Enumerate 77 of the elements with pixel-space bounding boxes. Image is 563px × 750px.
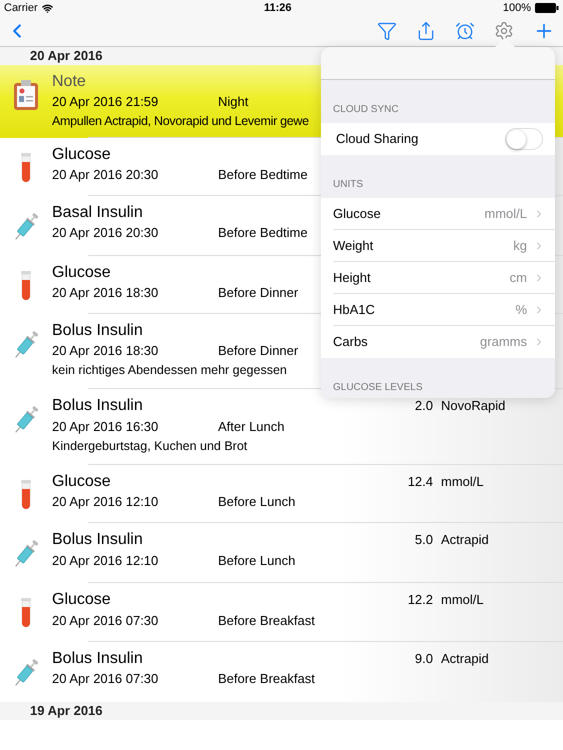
filter-button[interactable] xyxy=(377,21,397,41)
entry-value: 5.0 xyxy=(414,531,433,549)
entry-title: Bolus Insulin xyxy=(52,530,143,549)
wifi-icon xyxy=(42,2,53,14)
setting-label: Carbs xyxy=(333,333,369,352)
entry-period: Before Bedtime xyxy=(218,167,308,183)
entry-period: Before Bedtime xyxy=(218,225,308,241)
entry-unit: Actrapid xyxy=(440,650,490,668)
entry-title: Glucose xyxy=(52,472,111,490)
entry-comment: Ampullen Actrapid, Novorapid und Levemir gewe xyxy=(52,113,309,129)
setting-value: kg xyxy=(513,237,527,256)
battery-icon xyxy=(535,3,560,13)
entry-comment: kein richtiges Abendessen mehr gegessen xyxy=(52,362,287,378)
setting-label: Weight xyxy=(333,237,374,256)
entry-title: Bolus Insulin xyxy=(52,321,143,340)
battery-percent: 100% xyxy=(502,0,532,16)
entry-title: Bolus Insulin xyxy=(52,648,143,668)
entry-datetime: 20 Apr 2016 18:30 xyxy=(52,343,160,359)
entry-value: 2.0 xyxy=(414,397,433,415)
entry-value: 12.4 xyxy=(406,472,433,490)
entry-title: Basal Insulin xyxy=(52,203,143,222)
group-header: CLOUD SYNC xyxy=(332,103,400,117)
entry-datetime: 20 Apr 2016 21:59 xyxy=(52,94,160,110)
entry-title: Glucose xyxy=(52,263,111,282)
settings-row[interactable]: Height cm xyxy=(321,262,555,294)
test-tube-icon xyxy=(20,271,32,301)
entry-unit: mmol/L xyxy=(440,591,485,609)
entry-datetime: 20 Apr 2016 07:30 xyxy=(52,612,160,628)
funnel-icon xyxy=(377,21,397,41)
settings-icon xyxy=(494,21,514,41)
entry-title: Glucose xyxy=(52,145,111,164)
entry-title: Glucose xyxy=(52,590,111,609)
entry-unit: NovoRapid xyxy=(440,397,506,415)
entry-period: Before Lunch xyxy=(218,494,296,510)
entry-period: After Lunch xyxy=(218,418,284,434)
alarm-clock-button[interactable] xyxy=(455,21,475,41)
entry-period: Before Breakfast xyxy=(218,612,315,628)
entry-value: 9.0 xyxy=(414,650,433,668)
entry-period: Before Dinner xyxy=(218,343,298,359)
entry-datetime: 20 Apr 2016 07:30 xyxy=(52,671,160,687)
setting-value: gramms xyxy=(480,333,527,352)
entry-title: Note xyxy=(52,72,86,91)
entry-datetime: 20 Apr 2016 12:10 xyxy=(52,494,160,510)
share-button[interactable] xyxy=(416,21,436,41)
entry-datetime: 20 Apr 2016 20:30 xyxy=(52,225,160,241)
entry-period: Night xyxy=(218,94,248,110)
status-time: 11:26 xyxy=(264,0,292,16)
entry-datetime: 20 Apr 2016 18:30 xyxy=(52,285,160,301)
entry-unit: Actrapid xyxy=(440,531,490,549)
toggle-switch[interactable] xyxy=(505,128,543,150)
entry-period: Before Breakfast xyxy=(218,671,315,687)
test-tube-icon xyxy=(20,480,32,510)
setting-label: Height xyxy=(333,269,372,288)
settings-button[interactable] xyxy=(494,21,514,41)
entry-value: 12.2 xyxy=(406,591,433,609)
settings-row[interactable]: Carbs gramms xyxy=(321,326,555,358)
syringe-icon xyxy=(13,656,39,688)
entry-unit: mmol/L xyxy=(440,472,485,490)
setting-value: mmol/L xyxy=(484,205,527,224)
entry-period: Before Lunch xyxy=(218,552,296,568)
entry-title: Bolus Insulin xyxy=(52,396,143,415)
setting-value: cm xyxy=(510,269,527,288)
test-tube-icon xyxy=(20,598,32,628)
entry-datetime: 20 Apr 2016 16:30 xyxy=(52,418,160,434)
alarm-clock-icon xyxy=(455,21,475,41)
share-icon xyxy=(416,21,436,41)
test-tube-icon xyxy=(20,153,32,183)
carrier-label: Carrier xyxy=(4,0,38,16)
entry-datetime: 20 Apr 2016 20:30 xyxy=(52,167,160,183)
entry-period: Before Dinner xyxy=(218,285,298,301)
setting-label: Glucose xyxy=(333,205,382,224)
section-header: 19 Apr 2016 xyxy=(0,702,563,720)
entry-comment: Kindergeburtstag, Kuchen und Brot xyxy=(52,438,248,454)
group-header: UNITS xyxy=(332,178,364,192)
entry-datetime: 20 Apr 2016 12:10 xyxy=(52,552,160,568)
settings-row[interactable]: Glucose mmol/L xyxy=(321,198,555,230)
clipboard-icon xyxy=(13,80,39,110)
